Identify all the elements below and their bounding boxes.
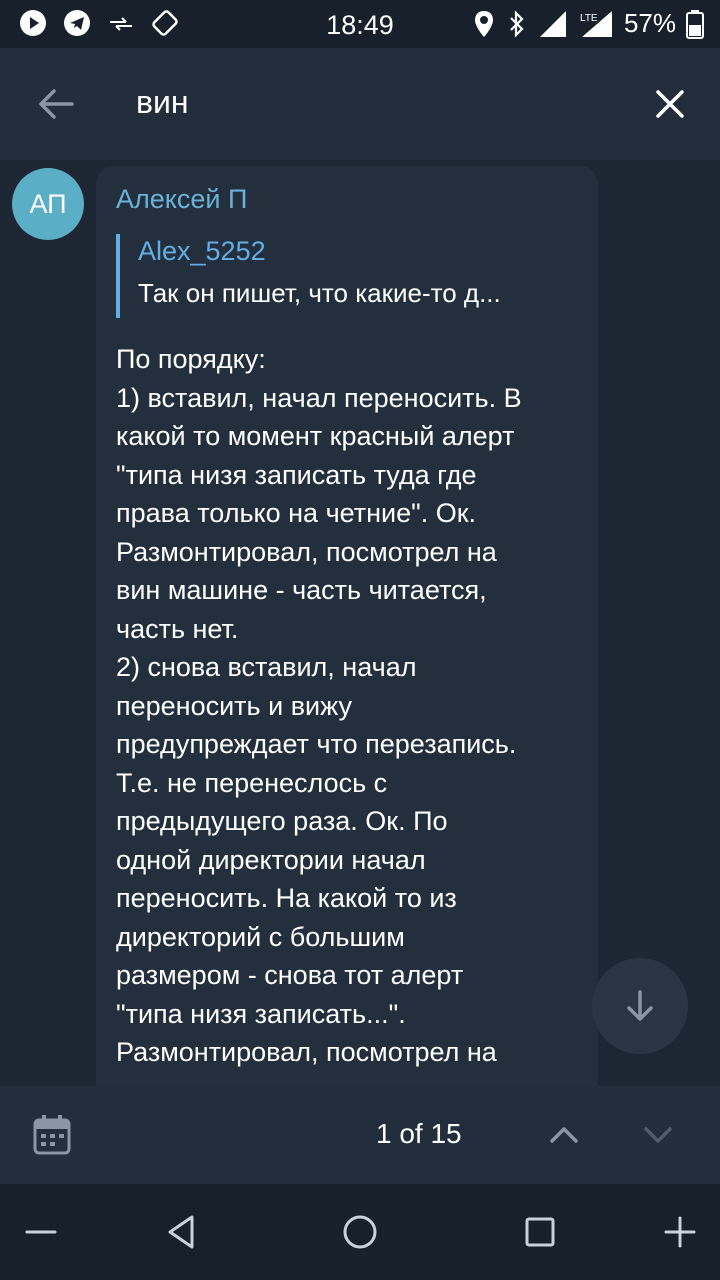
message-author[interactable]: Алексей П [116,184,247,215]
message-line: По порядку: [116,344,266,374]
message-line: какой то момент красный алерт [116,421,515,451]
lte-signal-icon: LTE [580,10,612,37]
search-header: вин [0,48,720,160]
message-line: права только на четние". Ок. [116,498,477,528]
reply-quote[interactable]: Alex_5252 Так он пишет, что какие-то д..… [116,234,560,318]
minus-icon[interactable] [24,1212,58,1252]
battery-icon [686,9,704,39]
chevron-down-icon[interactable] [640,1120,676,1150]
message-line: переносить и вижу [116,690,352,721]
back-triangle-icon[interactable] [164,1212,198,1252]
search-input[interactable]: вин [136,84,189,121]
close-icon[interactable] [648,82,692,126]
message-line: предупреждает что перезапись. [116,729,517,759]
status-right-icons: LTE 57% [472,8,704,39]
message-line: Т.е. не перенеслось с [116,767,388,798]
message-line: "типа низя записать...". [116,998,406,1029]
message-line: директорий с большим [116,921,405,952]
message-line: часть нет. [116,613,239,644]
message-line: вин машине - часть читается, [116,575,487,605]
bluetooth-icon [510,9,524,38]
reply-author: Alex_5252 [138,236,266,266]
battery-percent: 57% [623,8,676,38]
search-results-bar: 1 of 15 [0,1086,720,1184]
message-line: размером - снова тот алерт [116,960,464,990]
location-icon [474,10,493,37]
result-counter: 1 of 15 [376,1118,462,1149]
status-bar: 18:49 LTE 57% [0,0,720,48]
home-circle-icon[interactable] [340,1212,380,1252]
plus-icon[interactable] [662,1212,698,1252]
message-line: Размонтировал, посмотрел на [116,1037,497,1067]
arrow-left-icon[interactable] [32,80,80,128]
message-line: Размонтировал, посмотрел на [116,536,497,567]
system-nav-bar [0,1184,720,1280]
chevron-up-icon[interactable] [546,1120,582,1150]
avatar[interactable]: АП [12,168,84,240]
message-bubble[interactable]: Алексей П Alex_5252 Так он пишет, что ка… [96,166,598,1086]
message-line: переносить. На какой то из [116,883,457,913]
recents-square-icon[interactable] [522,1212,558,1252]
signal-icon [539,10,566,37]
reply-text: Так он пишет, что какие-то д... [138,278,501,308]
chat-area[interactable]: АП Алексей П Alex_5252 Так он пишет, что… [0,160,720,1086]
message-line: одной директории начал [116,844,426,875]
calendar-icon[interactable] [32,1114,72,1156]
scroll-down-button[interactable] [592,958,688,1054]
svg-text:LTE: LTE [580,13,598,24]
message-line: 1) вставил, начал переносить. В [116,382,522,413]
message-line: предыдущего раза. Ок. По [116,806,448,836]
message-text: По порядку: 1) вставил, начал переносить… [116,340,584,1072]
message-line: 2) снова вставил, начал [116,652,417,682]
message-line: "типа низя записать туда где [116,459,477,490]
arrow-down-icon [627,990,653,1021]
